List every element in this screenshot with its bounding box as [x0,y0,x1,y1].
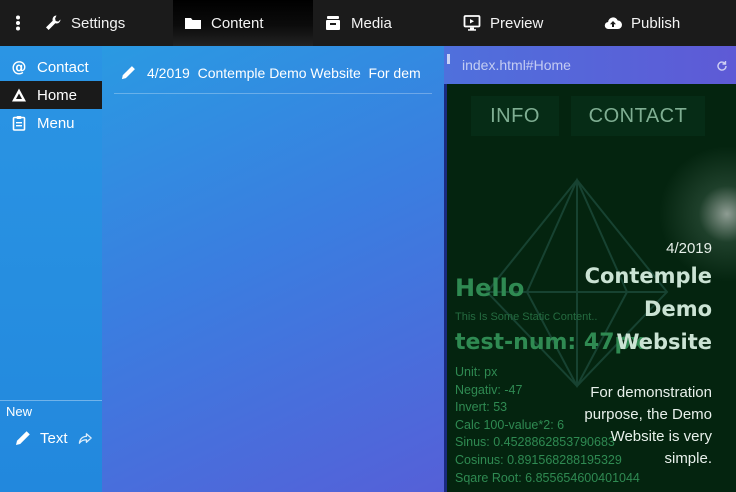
preview-address-bar: index.html#Home [444,46,736,84]
stat-line: Unit: px [455,365,498,379]
preview-hello-heading: Hello [455,274,525,302]
new-section-label: New [6,404,33,419]
top-toolbar: Settings Content Media Preview Publish [0,0,736,46]
website-preview: INFO CONTACT Hello This Is Some Static C… [444,84,736,492]
preview-url: index.html#Home [462,57,571,73]
sidebar-divider [0,400,102,401]
publish-button[interactable]: Publish [604,0,680,46]
new-text-label: Text [40,429,68,447]
preview-nav-contact[interactable]: CONTACT [571,96,705,136]
svg-text:@: @ [12,59,27,75]
more-menu-button[interactable] [8,0,28,46]
media-icon [324,14,342,32]
title-line: Demo [644,297,712,321]
share-arrow-icon [78,431,93,446]
pencil-icon [14,429,32,447]
title-line: Contemple [584,264,712,288]
description-line: simple. [664,450,712,467]
clipboard-icon [11,115,27,131]
list-item[interactable]: 4/2019 Contemple Demo Website For dem [114,52,432,94]
sidebar-item-label: Menu [37,114,75,132]
content-list-pane: 4/2019 Contemple Demo Website For dem [102,46,444,492]
description-line: Website is very [610,428,712,445]
tab-content[interactable]: Content [173,0,313,46]
sidebar-item-menu[interactable]: Menu [0,109,102,137]
resize-handle[interactable] [447,54,450,64]
description-line: purpose, the Demo [584,406,712,423]
stat-line: Sqare Root: 6.855654600401044 [455,470,640,485]
at-icon: @ [11,59,27,75]
page-tree-sidebar: @ Contact Home Menu New Text [0,46,102,492]
folder-icon [184,14,202,32]
cloud-upload-icon [604,14,622,32]
vertical-dots-icon [9,14,27,32]
preview-title: Contemple Demo Website [562,260,712,359]
tab-preview[interactable]: Preview [463,0,543,46]
tab-content-label: Content [211,14,264,32]
preview-date: 4/2019 [666,240,712,257]
new-text-button[interactable]: Text [14,428,93,448]
title-line: Website [616,330,712,354]
wrench-icon [44,14,62,32]
preview-nav-info[interactable]: INFO [471,96,559,136]
logo-icon [11,87,27,103]
tab-preview-label: Preview [490,14,544,32]
preview-description: For demonstration purpose, the Demo Webs… [562,382,712,470]
tab-settings-label: Settings [71,14,126,32]
tab-media-label: Media [351,14,392,32]
publish-label: Publish [631,14,681,32]
sidebar-item-label: Contact [37,58,89,76]
refresh-icon[interactable] [716,59,728,71]
sidebar-item-contact[interactable]: @ Contact [0,53,102,81]
pencil-icon [120,64,137,81]
list-item-label: 4/2019 Contemple Demo Website For dem [147,64,421,81]
sidebar-item-label: Home [37,86,78,104]
description-line: For demonstration [590,384,712,401]
sidebar-item-home[interactable]: Home [0,81,102,109]
tab-media[interactable]: Media [324,0,392,46]
tab-settings[interactable]: Settings [44,0,125,46]
monitor-icon [463,14,481,32]
